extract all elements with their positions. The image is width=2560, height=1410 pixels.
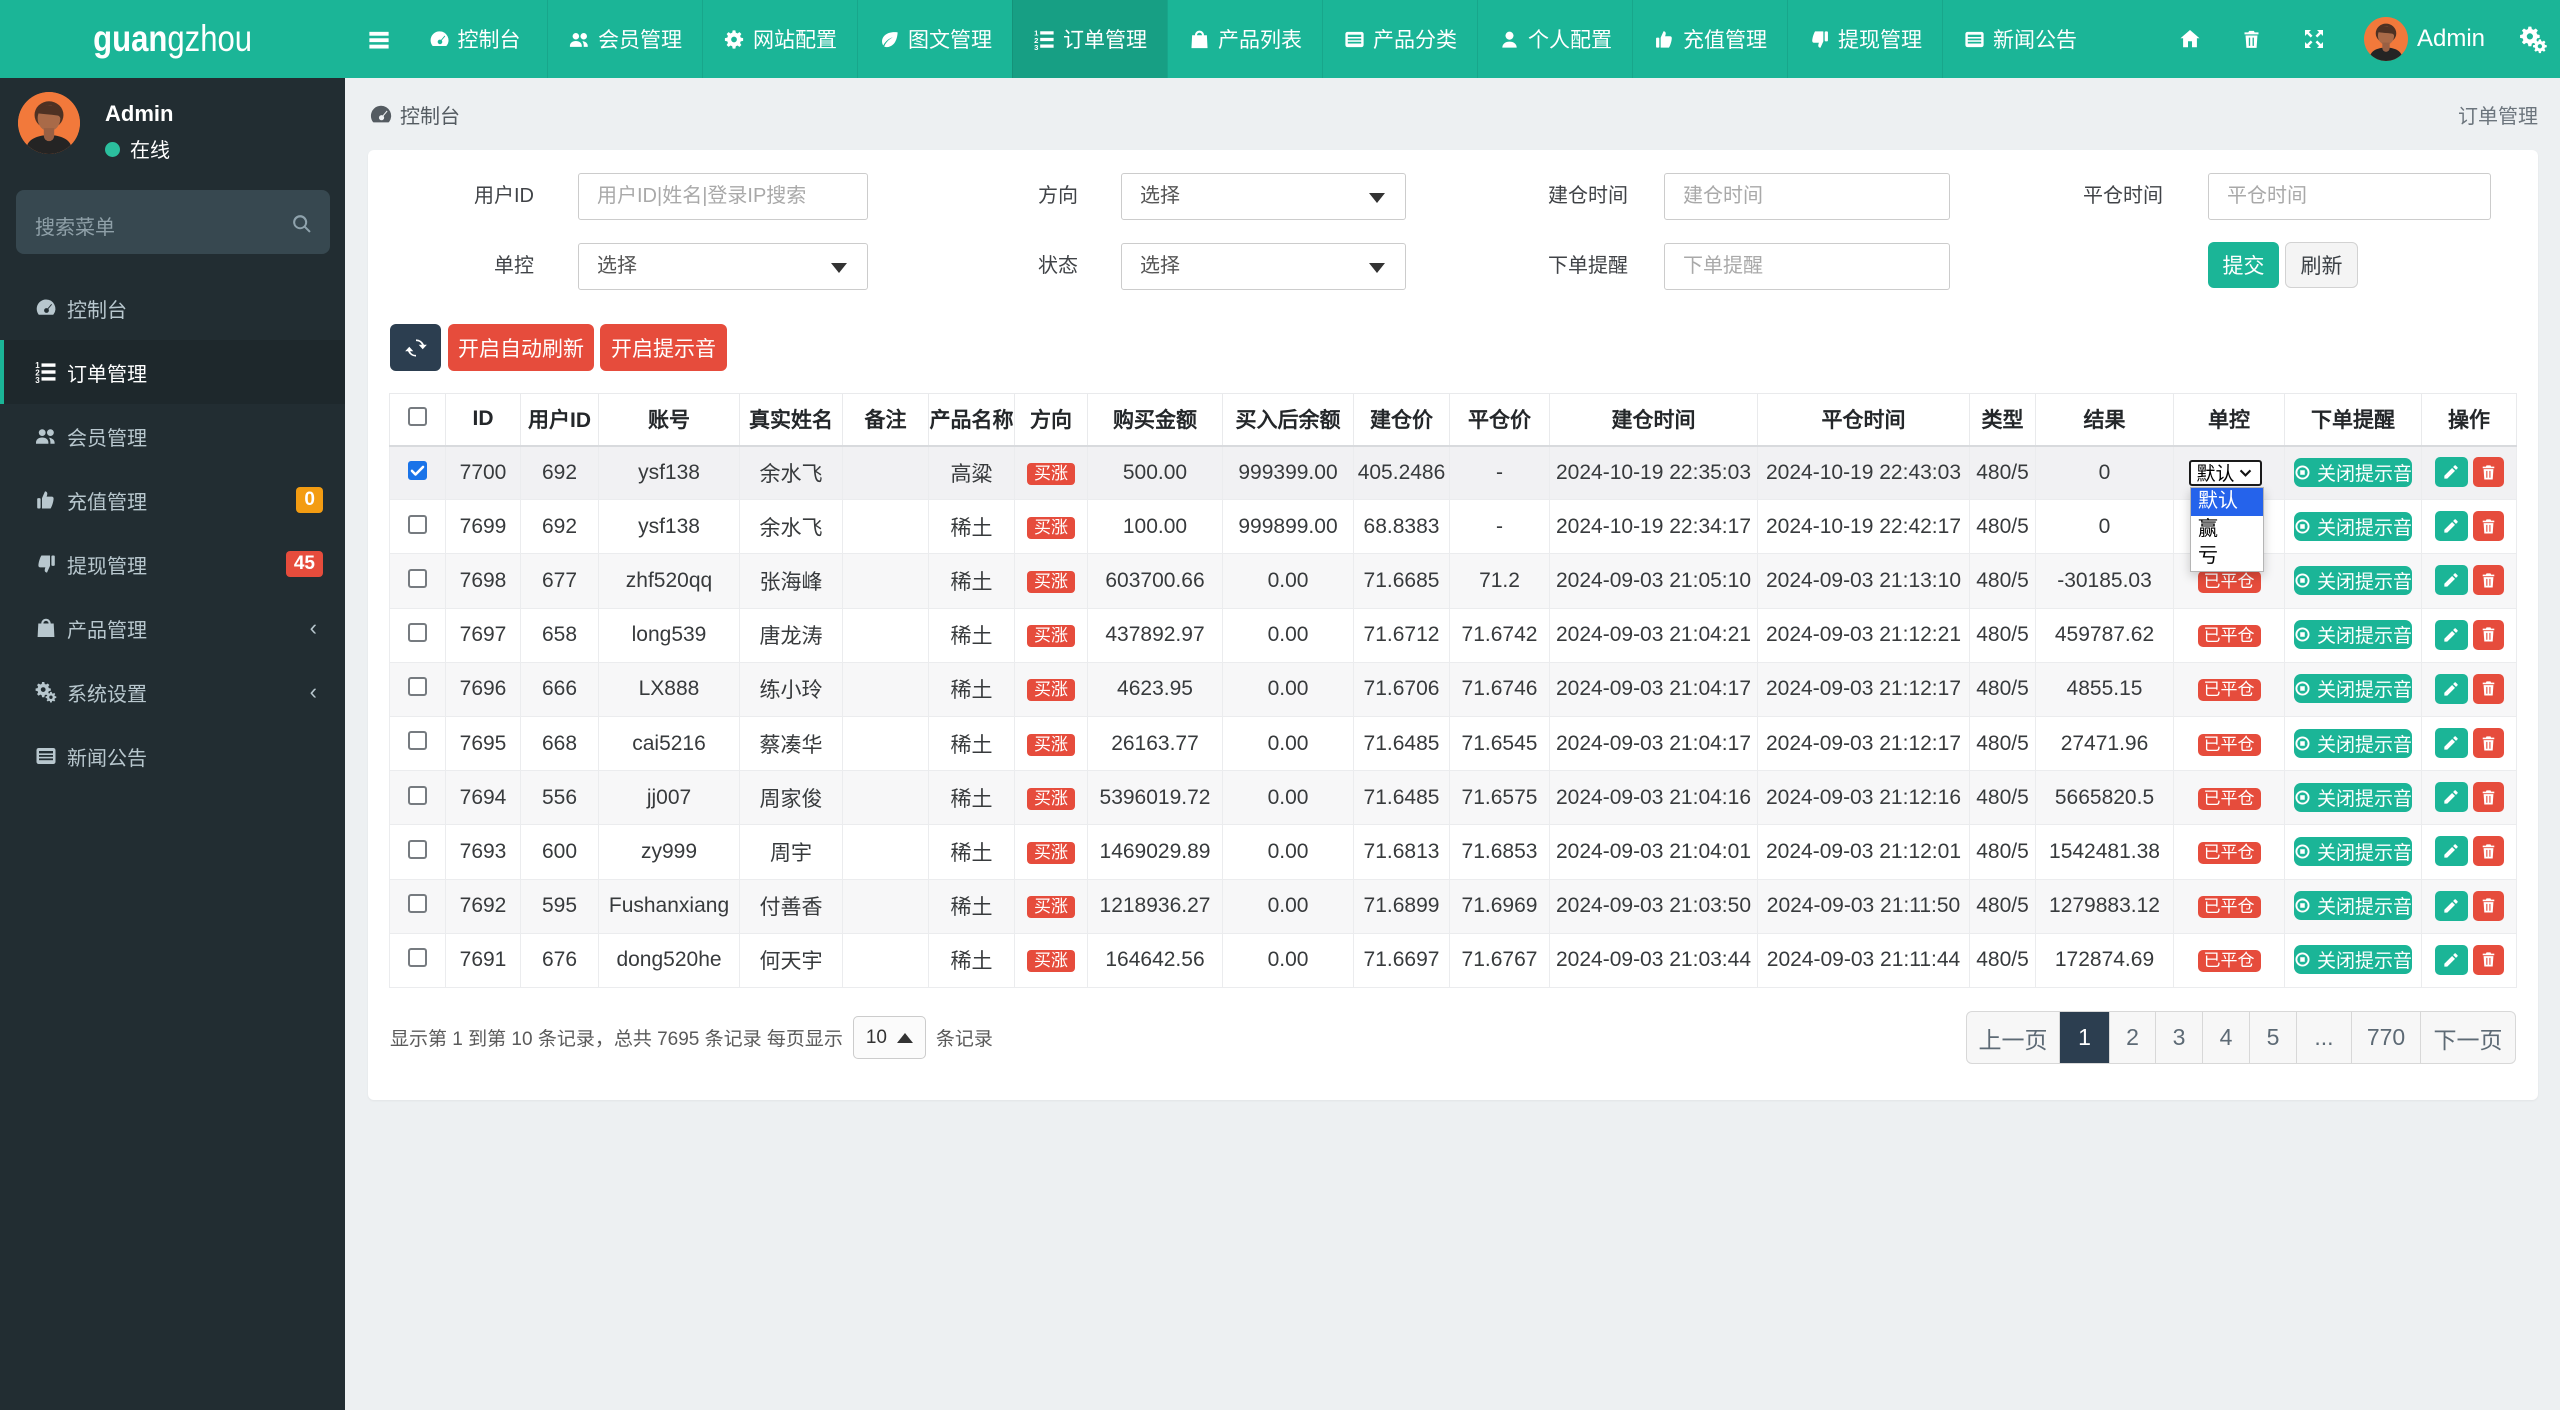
svg-text:3: 3: [35, 376, 40, 384]
svg-text:3: 3: [1034, 43, 1038, 51]
